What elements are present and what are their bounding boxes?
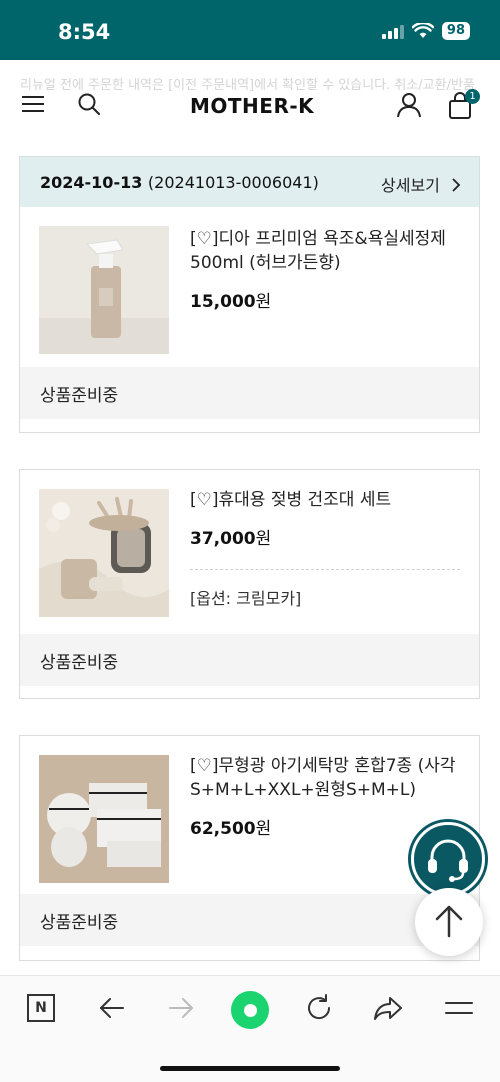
chat-support-button[interactable] — [411, 822, 485, 896]
user-icon[interactable] — [396, 92, 422, 118]
order-detail-link[interactable]: 상세보기 — [381, 172, 461, 196]
share-icon — [374, 997, 402, 1020]
search-icon[interactable] — [77, 92, 101, 116]
status-time: 8:54 — [58, 20, 111, 44]
naver-n-icon: N — [27, 994, 55, 1022]
price-value: 62,500 — [190, 819, 256, 839]
back-button[interactable] — [96, 992, 128, 1024]
share-button[interactable] — [372, 992, 404, 1024]
green-dot-icon — [231, 991, 269, 1029]
product-price: 62,500원 — [190, 814, 271, 839]
arrow-left-icon — [100, 998, 124, 1018]
battery-indicator: 98 — [441, 22, 470, 40]
order-item-card: [♡]디아 프리미엄 욕조&욕실세정제 500ml (허브가든향) 15,000… — [19, 207, 480, 433]
cart-count-badge: 1 — [465, 89, 480, 104]
order-detail-label: 상세보기 — [381, 176, 440, 195]
product-option: [옵션: 크림모카] — [190, 589, 302, 608]
reload-button[interactable] — [303, 992, 335, 1024]
menu-icon[interactable] — [22, 94, 44, 114]
home-indicator — [160, 1066, 340, 1071]
status-bar: 8:54 98 — [0, 0, 500, 60]
arrow-up-icon — [435, 905, 463, 938]
product-image[interactable] — [39, 226, 169, 354]
product-name[interactable]: [♡]디아 프리미엄 욕조&욕실세정제 500ml (허브가든향) — [190, 227, 465, 275]
scroll-to-top-button[interactable] — [415, 888, 483, 956]
price-currency: 원 — [255, 819, 272, 839]
price-currency: 원 — [255, 292, 272, 312]
product-name[interactable]: [♡]휴대용 젖병 건조대 세트 — [190, 488, 465, 512]
order-status-row: 상품준비중 — [20, 634, 479, 686]
order-number: (20241013-0006041) — [147, 173, 319, 192]
product-price: 37,000원 — [190, 524, 271, 549]
chevron-right-icon — [452, 178, 461, 192]
product-image[interactable] — [39, 755, 169, 883]
status-icons: 98 — [381, 22, 470, 40]
site-header: 리뉴얼 전에 주문한 내역은 [이전 주문내역]에서 확인할 수 있습니다. 취… — [0, 60, 500, 152]
naver-home-button[interactable]: N — [25, 992, 57, 1024]
order-date: 2024-10-13 — [40, 173, 143, 192]
order-status: 상품준비중 — [40, 913, 119, 933]
product-price: 15,000원 — [190, 287, 271, 312]
price-currency: 원 — [255, 529, 272, 549]
forward-button[interactable] — [165, 992, 197, 1024]
product-name[interactable]: [♡]무형광 아기세탁망 혼합7종 (사각S+M+L+XXL+원형S+M+L) — [190, 754, 465, 802]
order-date-line: 2024-10-13 (20241013-0006041) — [40, 173, 319, 192]
green-dot-button[interactable] — [229, 989, 271, 1031]
order-status-row: 상품준비중 — [20, 367, 479, 419]
more-menu-button[interactable] — [443, 992, 475, 1024]
price-value: 15,000 — [190, 292, 256, 312]
cart-button[interactable]: 1 — [448, 89, 480, 120]
menu-lines-icon — [445, 1002, 473, 1014]
order-status-row: 상품준비중 — [20, 894, 479, 946]
cellular-signal-icon — [381, 23, 404, 39]
browser-toolbar: N — [0, 975, 500, 1082]
order-item-card: [♡]무형광 아기세탁망 혼합7종 (사각S+M+L+XXL+원형S+M+L) … — [19, 735, 480, 961]
reload-icon — [308, 994, 331, 1020]
order-status: 상품준비중 — [40, 386, 119, 406]
order-header: 2024-10-13 (20241013-0006041) 상세보기 — [19, 156, 480, 208]
price-value: 37,000 — [190, 529, 256, 549]
product-image[interactable] — [39, 489, 169, 617]
order-status: 상품준비중 — [40, 653, 119, 673]
wifi-icon — [411, 23, 434, 38]
option-divider — [190, 569, 460, 570]
site-logo[interactable]: MOTHER-K — [190, 94, 314, 118]
order-item-card: [♡]휴대용 젖병 건조대 세트 37,000원 [옵션: 크림모카] 상품준비… — [19, 469, 480, 699]
arrow-right-icon — [169, 998, 193, 1018]
headset-icon — [428, 839, 468, 882]
